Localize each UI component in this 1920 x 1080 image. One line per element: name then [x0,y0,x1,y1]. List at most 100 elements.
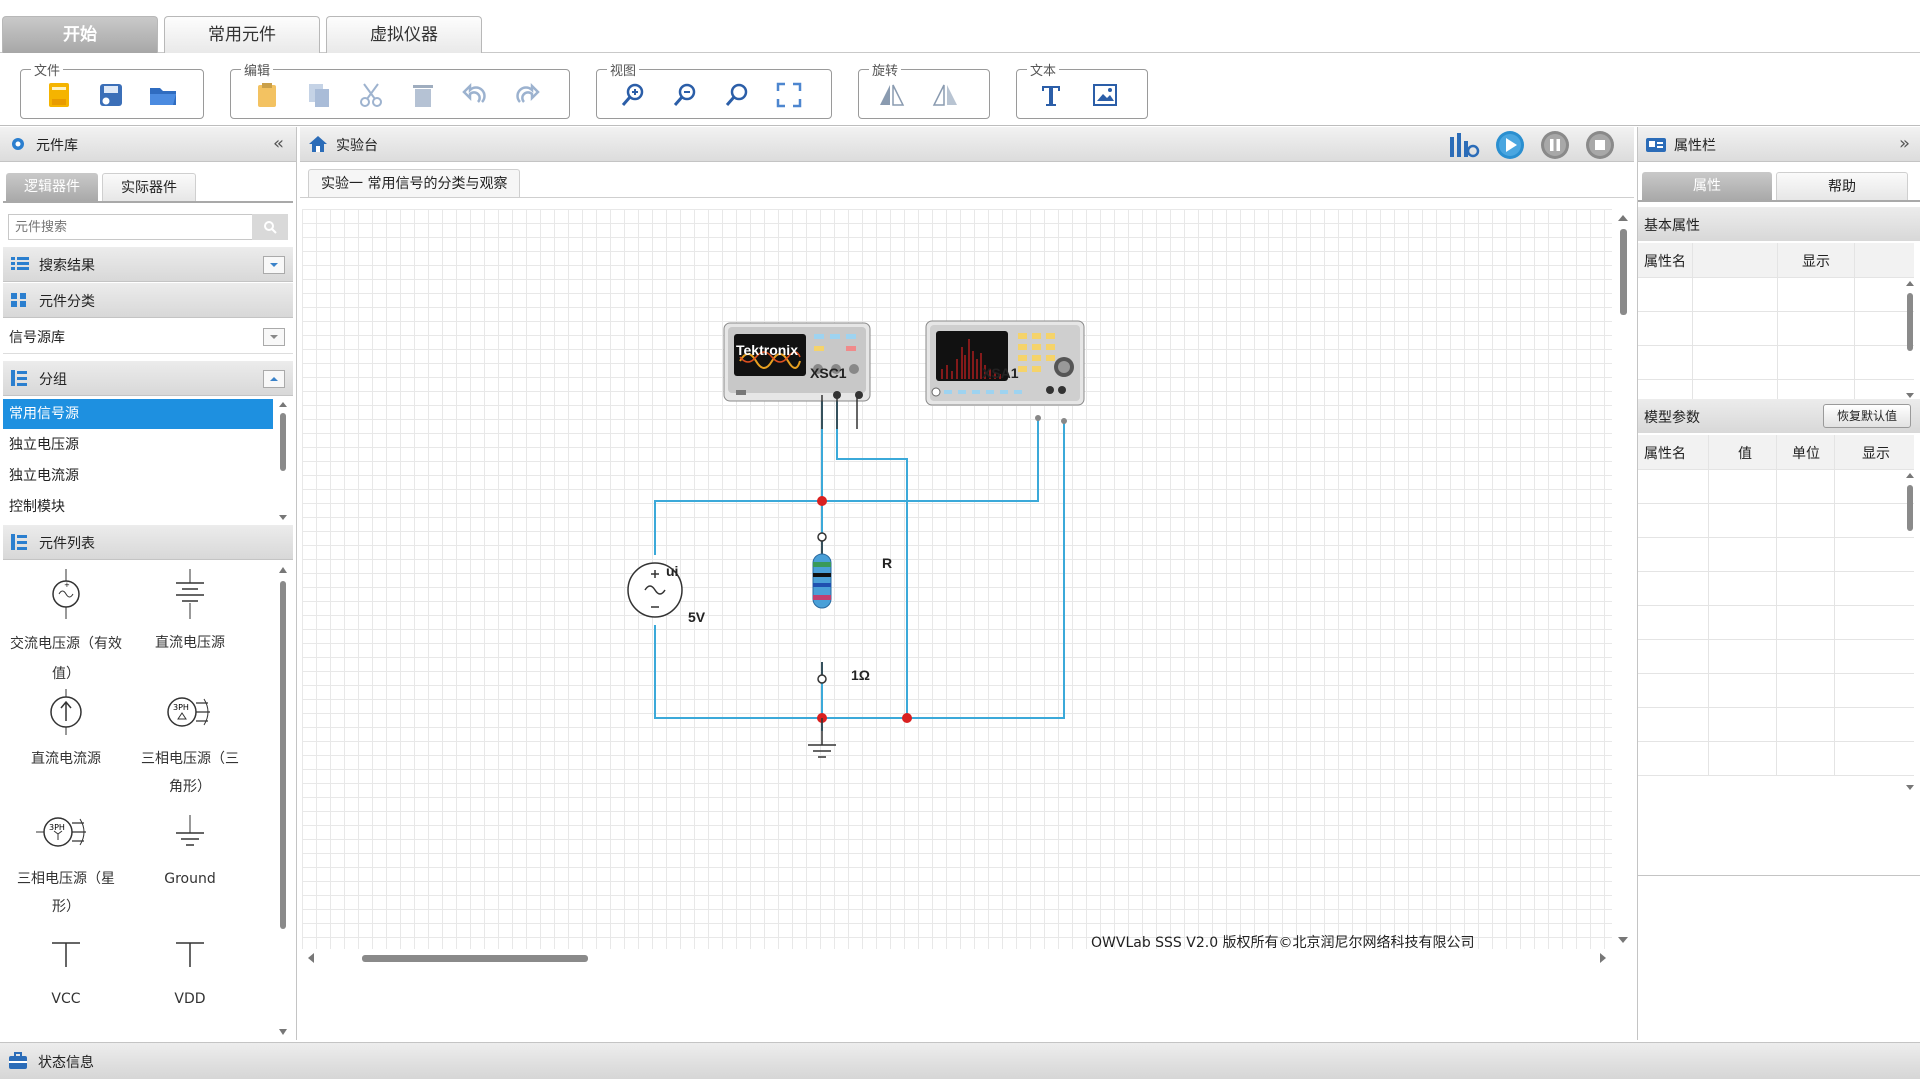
group-list-icon [11,370,27,390]
component-vcc[interactable]: VCC [4,929,128,1013]
table-row [1638,345,1914,380]
text-group: 文本 [1016,60,1148,119]
basic-props-section: 基本属性 [1638,207,1920,241]
grid-list-icon [11,257,29,275]
component-ac-voltage-source[interactable]: + 交流电压源（有效值） [4,569,128,689]
chart-settings-icon[interactable] [1448,131,1480,163]
col-divider [1834,435,1835,775]
home-icon [308,134,328,158]
schematic-canvas[interactable]: XSC1 Tektronix XSA1 ui 5V R 1Ω OWVLab SS… [302,209,1612,951]
flip-vertical-icon[interactable] [929,80,961,110]
search-results-section[interactable]: 搜索结果 [3,247,293,282]
zoom-in-icon[interactable] [617,80,649,110]
col-divider [1708,435,1709,775]
group-item-control-module[interactable]: 控制模块 [3,492,273,522]
restore-defaults-button[interactable]: 恢复默认值 [1823,404,1911,428]
right-tab-divider [1638,200,1920,202]
model-params-scrollbar[interactable] [1902,469,1918,793]
tab-start[interactable]: 开始 [2,16,158,53]
status-label: 状态信息 [38,1055,94,1071]
fit-screen-icon[interactable] [773,80,805,110]
delete-icon[interactable] [407,80,439,110]
open-folder-icon[interactable] [147,80,179,110]
text-group-label: 文本 [1027,60,1060,79]
component-three-phase-star[interactable]: 3PH 三相电压源（星形） [4,809,128,921]
zoom-out-icon[interactable] [669,80,701,110]
new-file-icon[interactable] [43,80,75,110]
group-item-common-sources[interactable]: 常用信号源 [3,399,273,429]
tab-help[interactable]: 帮助 [1776,172,1908,201]
component-dc-current-source[interactable]: 直流电流源 [4,689,128,773]
dc-current-source-icon [50,689,82,735]
rotate-group: 旋转 [858,60,990,119]
component-label: 交流电压源（有效值） [10,636,122,682]
collapse-right-icon[interactable]: » [1899,133,1910,154]
component-vdd[interactable]: VDD [128,929,252,1013]
tab-real-devices[interactable]: 实际器件 [102,173,196,202]
component-search-input[interactable] [8,214,262,240]
tab-properties[interactable]: 属性 [1642,172,1772,200]
undo-icon[interactable] [459,80,491,110]
resistor-r[interactable] [812,532,832,684]
chevron-up-icon[interactable] [263,370,285,388]
stop-icon[interactable] [1585,130,1615,164]
right-panel-divider [1638,875,1920,876]
doc-tab-experiment-1[interactable]: 实验一 常用信号的分类与观察 [308,169,521,198]
circuit-diagram [627,320,1085,758]
canvas-vertical-scrollbar[interactable] [1614,209,1632,949]
basic-props-header-row: 属性名 显示 [1638,243,1914,278]
image-icon[interactable] [1089,80,1121,110]
rotate-group-label: 旋转 [869,60,902,79]
category-section: 元件分类 [3,283,293,318]
oscilloscope-xsc1[interactable] [723,322,871,429]
canvas-horizontal-scrollbar[interactable] [302,949,1612,967]
flip-horizontal-icon[interactable] [875,80,907,110]
tab-divider [3,201,293,203]
component-label: VCC [51,991,81,1007]
group-scrollbar[interactable] [276,399,290,523]
component-ground[interactable]: Ground [128,809,252,893]
redo-icon[interactable] [511,80,543,110]
briefcase-icon [8,1052,28,1074]
cut-icon[interactable] [355,80,387,110]
component-dc-voltage-source[interactable]: 直流电压源 [128,569,252,657]
play-icon[interactable] [1495,130,1525,164]
component-label: VDD [174,991,206,1007]
view-group: 视图 [596,60,832,119]
component-three-phase-delta[interactable]: 3PH 三相电压源（三角形） [128,689,252,801]
group-section[interactable]: 分组 [3,361,293,396]
dc-voltage-source-icon [176,569,204,619]
vcc-icon [52,942,80,967]
category-select[interactable]: 信号源库 [3,319,293,354]
tab-virtual-instruments[interactable]: 虚拟仪器 [326,16,482,53]
component-label: 三相电压源（星形） [17,871,115,915]
category-chevron-down-icon[interactable] [263,328,285,346]
model-params-label: 模型参数 [1644,410,1700,426]
paste-icon[interactable] [251,80,283,110]
component-library-header: 元件库 « [0,127,296,162]
properties-header: 属性栏 » [1638,127,1920,162]
group-item-independent-current[interactable]: 独立电流源 [3,461,273,491]
collapse-left-icon[interactable]: « [273,133,284,154]
model-params-table: 属性名 值 单位 显示 [1638,435,1920,795]
copy-icon[interactable] [303,80,335,110]
col-divider [1692,243,1693,399]
chevron-down-icon[interactable] [263,256,285,274]
col-divider [1777,243,1778,399]
edit-group: 编辑 [230,60,570,119]
group-item-independent-voltage[interactable]: 独立电压源 [3,430,273,460]
resistor-value-label: 1Ω [851,667,871,683]
search-icon[interactable] [252,214,288,240]
ground-symbol[interactable] [808,718,836,758]
ribbon-toolbar: 文件 编辑 视图 旋转 文本 [0,53,1920,126]
basic-props-scrollbar[interactable] [1902,277,1918,401]
col-divider [1854,243,1855,399]
component-list-scrollbar[interactable] [276,563,290,1039]
tab-common-components[interactable]: 常用元件 [164,16,320,53]
zoom-reset-icon[interactable] [721,80,753,110]
col-param-name: 属性名 [1644,446,1686,462]
pause-icon[interactable] [1540,130,1570,164]
save-icon[interactable] [95,80,127,110]
text-icon[interactable] [1035,80,1067,110]
tab-logic-devices[interactable]: 逻辑器件 [6,173,98,201]
